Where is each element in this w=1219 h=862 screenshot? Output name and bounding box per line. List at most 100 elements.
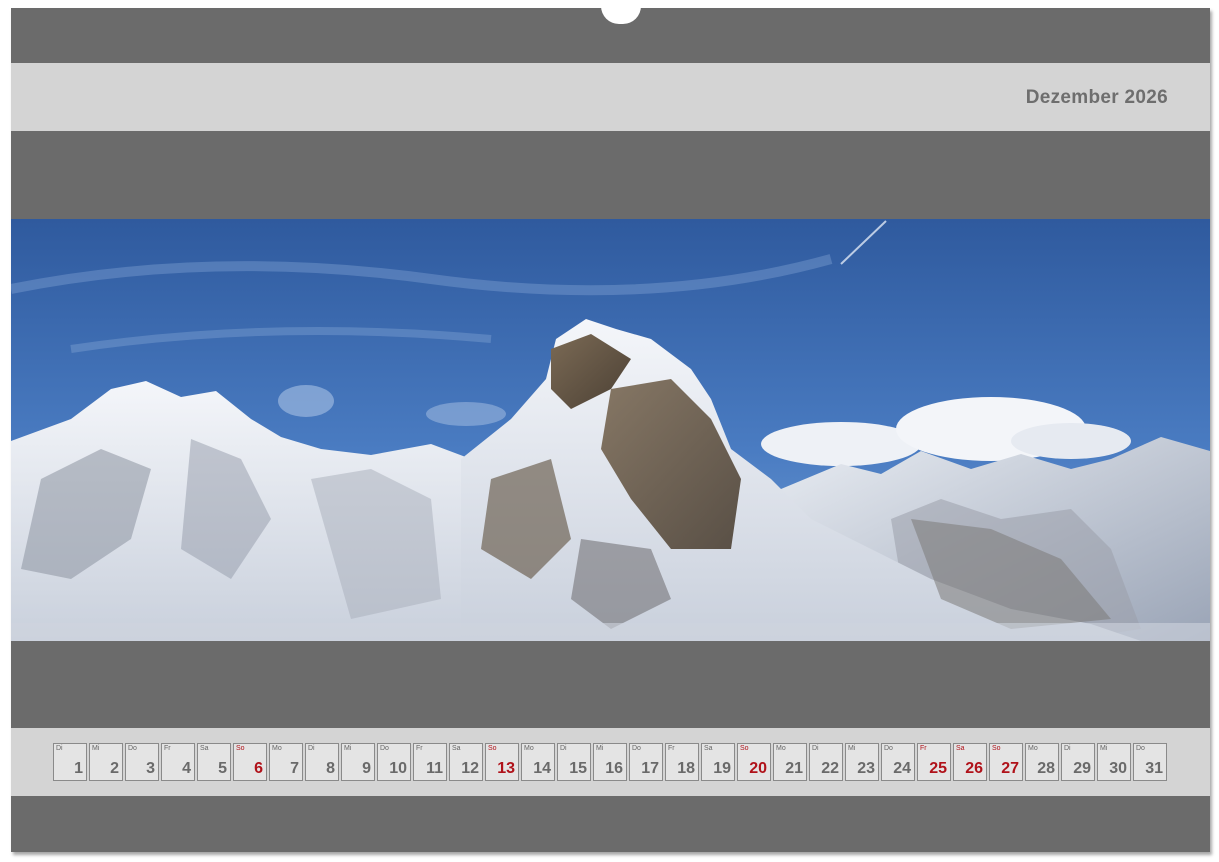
day-number: 12 (461, 760, 479, 777)
weekday-label: Mo (524, 745, 534, 752)
day-number: 13 (497, 760, 515, 777)
weekday-label: Sa (704, 745, 713, 752)
day-number: 30 (1109, 760, 1127, 777)
calendar-band: Di 1 Mi 2 Do 3 Fr 4 Sa 5 So 6 Mo 7 Di 8 Mi 9 Do 10 Fr 11 Sa 12 S… (11, 728, 1210, 796)
day-cell: Mi 23 (845, 743, 879, 781)
day-number: 25 (929, 760, 947, 777)
day-cell: Do 17 (629, 743, 663, 781)
hanger-notch (601, 6, 641, 24)
day-row: Di 1 Mi 2 Do 3 Fr 4 Sa 5 So 6 Mo 7 Di 8 Mi 9 Do 10 Fr 11 Sa 12 S… (53, 743, 1167, 781)
weekday-label: Sa (452, 745, 461, 752)
day-number: 17 (641, 760, 659, 777)
day-number: 31 (1145, 760, 1163, 777)
weekday-label: So (992, 745, 1001, 752)
day-cell: Mo 28 (1025, 743, 1059, 781)
day-number: 18 (677, 760, 695, 777)
weekday-label: So (488, 745, 497, 752)
day-cell: So 27 (989, 743, 1023, 781)
day-cell: Mo 21 (773, 743, 807, 781)
weekday-label: Do (632, 745, 641, 752)
day-cell: Sa 19 (701, 743, 735, 781)
day-number: 7 (290, 760, 299, 777)
weekday-label: Mi (848, 745, 856, 752)
day-cell: Di 29 (1061, 743, 1095, 781)
day-number: 2 (110, 760, 119, 777)
weekday-label: Di (1064, 745, 1071, 752)
day-number: 5 (218, 760, 227, 777)
weekday-label: Do (1136, 745, 1145, 752)
day-cell: Mi 2 (89, 743, 123, 781)
day-cell: So 20 (737, 743, 771, 781)
weekday-label: Mi (1100, 745, 1108, 752)
day-cell: Mi 16 (593, 743, 627, 781)
day-cell: Di 8 (305, 743, 339, 781)
weekday-label: Di (560, 745, 567, 752)
day-number: 23 (857, 760, 875, 777)
day-cell: So 13 (485, 743, 519, 781)
weekday-label: Fr (164, 745, 171, 752)
day-number: 3 (146, 760, 155, 777)
weekday-label: Mi (92, 745, 100, 752)
day-cell: Sa 5 (197, 743, 231, 781)
day-number: 4 (182, 760, 191, 777)
weekday-label: Mi (596, 745, 604, 752)
day-cell: Mo 14 (521, 743, 555, 781)
weekday-label: Sa (956, 745, 965, 752)
day-cell: Mi 9 (341, 743, 375, 781)
day-cell: Sa 26 (953, 743, 987, 781)
day-number: 27 (1001, 760, 1019, 777)
weekday-label: Mo (1028, 745, 1038, 752)
day-number: 20 (749, 760, 767, 777)
mountain-panorama-image (11, 219, 1210, 641)
day-number: 14 (533, 760, 551, 777)
day-number: 19 (713, 760, 731, 777)
day-cell: Fr 18 (665, 743, 699, 781)
weekday-label: Mo (272, 745, 282, 752)
month-title: Dezember 2026 (1025, 87, 1168, 108)
weekday-label: Fr (416, 745, 423, 752)
weekday-label: Di (308, 745, 315, 752)
day-cell: Do 3 (125, 743, 159, 781)
day-number: 11 (426, 760, 443, 777)
day-cell: Do 31 (1133, 743, 1167, 781)
day-number: 6 (254, 760, 263, 777)
day-cell: Fr 25 (917, 743, 951, 781)
day-cell: So 6 (233, 743, 267, 781)
day-cell: Di 22 (809, 743, 843, 781)
weekday-label: Do (380, 745, 389, 752)
day-cell: Mo 7 (269, 743, 303, 781)
weekday-label: Fr (668, 745, 675, 752)
day-cell: Do 24 (881, 743, 915, 781)
weekday-label: Di (56, 745, 63, 752)
day-cell: Fr 4 (161, 743, 195, 781)
day-number: 16 (605, 760, 623, 777)
calendar-page: Dezember 2026 Di 1 Mi 2 Do 3 Fr 4 Sa 5 S… (11, 6, 1210, 852)
day-number: 29 (1073, 760, 1091, 777)
weekday-label: Fr (920, 745, 927, 752)
day-number: 10 (389, 760, 407, 777)
day-cell: Sa 12 (449, 743, 483, 781)
mountain-photo (11, 219, 1210, 641)
day-number: 21 (785, 760, 803, 777)
day-number: 9 (362, 760, 371, 777)
weekday-label: Di (812, 745, 819, 752)
day-number: 28 (1037, 760, 1055, 777)
day-number: 8 (326, 760, 335, 777)
day-cell: Mi 30 (1097, 743, 1131, 781)
day-cell: Do 10 (377, 743, 411, 781)
weekday-label: Sa (200, 745, 209, 752)
weekday-label: So (236, 745, 245, 752)
day-number: 24 (893, 760, 911, 777)
day-cell: Fr 11 (413, 743, 447, 781)
day-number: 26 (965, 760, 983, 777)
weekday-label: So (740, 745, 749, 752)
day-cell: Di 15 (557, 743, 591, 781)
weekday-label: Do (128, 745, 137, 752)
day-cell: Di 1 (53, 743, 87, 781)
day-number: 1 (74, 760, 83, 777)
day-number: 15 (569, 760, 587, 777)
day-number: 22 (821, 760, 839, 777)
weekday-label: Do (884, 745, 893, 752)
title-band: Dezember 2026 (11, 63, 1210, 131)
weekday-label: Mi (344, 745, 352, 752)
